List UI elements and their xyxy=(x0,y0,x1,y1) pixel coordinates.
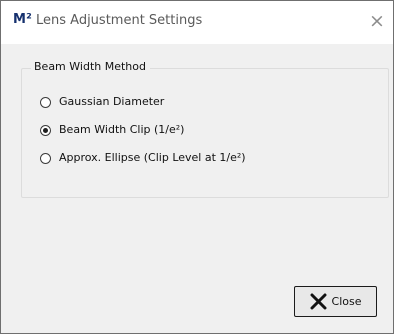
dialog-window: M² Lens Adjustment Settings × Beam Width… xyxy=(0,0,394,334)
close-button-content: Close xyxy=(310,293,362,310)
close-button-label: Close xyxy=(331,294,362,308)
radio-beam-width-clip[interactable]: Beam Width Clip (1/e²) xyxy=(40,121,184,139)
radio-button-icon[interactable] xyxy=(40,96,51,108)
window-close-icon[interactable]: × xyxy=(367,9,387,33)
radio-gaussian-diameter[interactable]: Gaussian Diameter xyxy=(40,93,164,111)
x-icon xyxy=(310,293,327,310)
m2-app-icon: M² xyxy=(13,12,33,27)
group-title: Beam Width Method xyxy=(31,59,150,75)
radio-button-icon[interactable] xyxy=(40,152,51,164)
radio-approx-ellipse[interactable]: Approx. Ellipse (Clip Level at 1/e²) xyxy=(40,149,246,167)
close-button[interactable]: Close xyxy=(294,286,377,317)
radio-button-checked-icon[interactable] xyxy=(40,124,51,136)
radio-label: Beam Width Clip (1/e²) xyxy=(59,123,185,136)
title-bar[interactable]: M² Lens Adjustment Settings × xyxy=(1,1,393,44)
window-title: Lens Adjustment Settings xyxy=(36,13,203,28)
radio-label: Gaussian Diameter xyxy=(59,95,165,108)
radio-label: Approx. Ellipse (Clip Level at 1/e²) xyxy=(59,151,246,164)
